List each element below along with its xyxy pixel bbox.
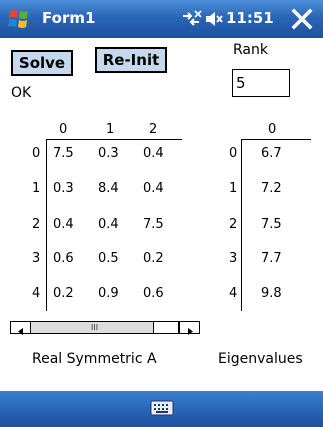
window-title: Form1 [42, 9, 96, 27]
eigen-row-header: 3 [229, 251, 238, 266]
app-window: Form1 11:51 Solve Re-Init OK Rank 5 0 1 … [0, 0, 323, 427]
matrix-row-header: 0 [32, 146, 41, 161]
matrix-row-header: 4 [32, 286, 41, 301]
matrix-row-header: 3 [32, 251, 41, 266]
clock: 11:51 [226, 9, 274, 27]
eigen-caption: Eigenvalues [218, 351, 303, 367]
matrix-cell[interactable]: 8.4 [98, 181, 119, 196]
matrix-cell[interactable]: 0.4 [143, 181, 164, 196]
matrix-row-header: 2 [32, 217, 41, 232]
scroll-right-button[interactable] [179, 322, 199, 335]
title-bar: Form1 11:51 [0, 0, 323, 38]
volume-muted-icon[interactable] [204, 9, 224, 29]
matrix-row-header: 1 [32, 181, 41, 196]
eigen-cell[interactable]: 9.8 [261, 286, 282, 301]
eigen-row-header: 4 [229, 286, 238, 301]
matrix-cell[interactable]: 0.9 [98, 286, 119, 301]
matrix-cell[interactable]: 0.2 [143, 251, 164, 266]
eigen-row-header: 0 [229, 146, 238, 161]
scroll-thumb[interactable] [153, 322, 179, 333]
matrix-col-header: 0 [59, 122, 68, 137]
eigen-col-header: 0 [268, 122, 277, 137]
matrix-cell[interactable]: 0.6 [143, 286, 164, 301]
bottom-menu-bar [0, 391, 323, 427]
eigen-row-header: 2 [229, 217, 238, 232]
scroll-right-icon [188, 328, 193, 335]
matrix-horizontal-scrollbar[interactable]: III [10, 321, 200, 335]
scroll-left-icon [18, 328, 23, 335]
keyboard-icon[interactable] [150, 399, 174, 417]
matrix-cell[interactable]: 0.4 [143, 146, 164, 161]
matrix-cell[interactable]: 0.6 [53, 251, 74, 266]
matrix-cell[interactable]: 7.5 [53, 146, 74, 161]
close-icon[interactable] [289, 6, 315, 32]
connectivity-icon[interactable] [180, 9, 202, 29]
matrix-col-header: 1 [106, 122, 115, 137]
reinit-button[interactable]: Re-Init [95, 47, 167, 73]
rank-input[interactable]: 5 [232, 69, 290, 97]
matrix-cell[interactable]: 0.3 [98, 146, 119, 161]
eigen-row-divider [241, 139, 242, 311]
eigen-row-header: 1 [229, 181, 238, 196]
eigen-cell[interactable]: 7.2 [261, 181, 282, 196]
matrix-col-header: 2 [149, 122, 158, 137]
matrix-cell[interactable]: 0.5 [98, 251, 119, 266]
scrollbar-grip: III [91, 323, 99, 332]
eigen-cell[interactable]: 7.5 [261, 217, 282, 232]
solve-button[interactable]: Solve [11, 50, 73, 76]
matrix-cell[interactable]: 0.4 [98, 217, 119, 232]
matrix-cell[interactable]: 0.4 [53, 217, 74, 232]
matrix-cell[interactable]: 0.2 [53, 286, 74, 301]
status-label: OK [11, 85, 32, 101]
matrix-header-divider [46, 139, 182, 140]
rank-label: Rank [233, 42, 268, 58]
windows-start-icon[interactable] [7, 7, 33, 31]
scroll-left-button[interactable] [11, 322, 31, 335]
eigen-header-divider [241, 139, 311, 140]
matrix-cell[interactable]: 0.3 [53, 181, 74, 196]
matrix-row-divider [46, 139, 47, 311]
matrix-caption: Real Symmetric A [32, 351, 157, 367]
eigen-cell[interactable]: 6.7 [261, 146, 282, 161]
eigen-cell[interactable]: 7.7 [261, 251, 282, 266]
matrix-cell[interactable]: 7.5 [143, 217, 164, 232]
